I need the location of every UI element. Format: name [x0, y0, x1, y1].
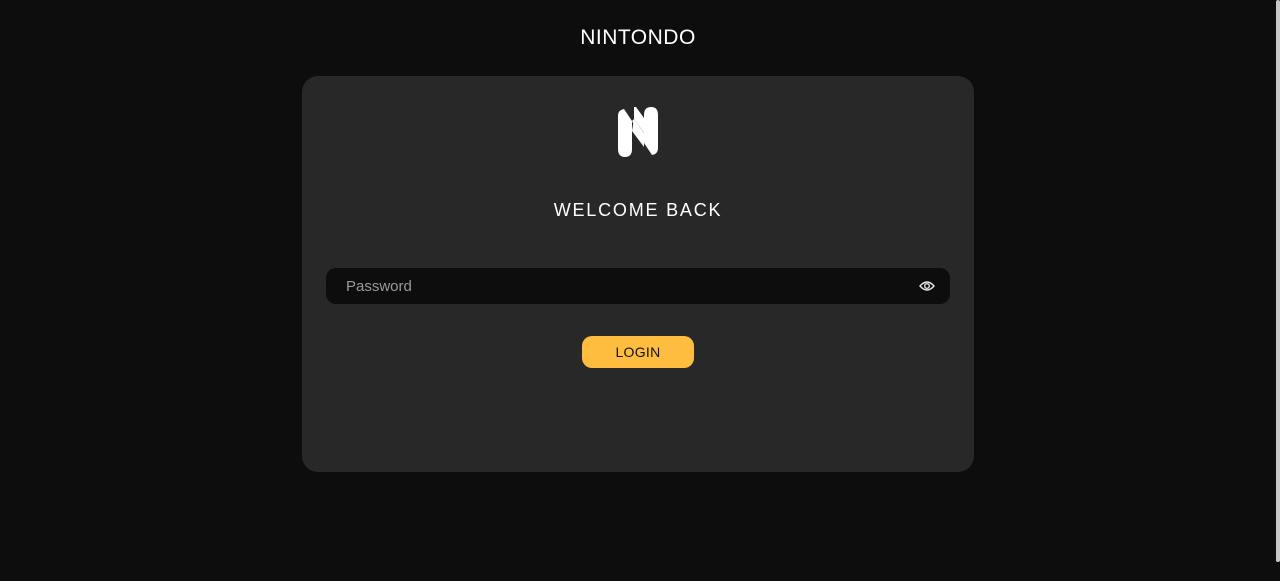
eye-icon[interactable] [919, 279, 935, 293]
page-scrollbar[interactable] [1276, 0, 1280, 562]
login-page: NINTONDO WELCOME BACK LOGIN [0, 0, 1280, 581]
login-card: WELCOME BACK LOGIN [302, 76, 974, 472]
welcome-heading: WELCOME BACK [553, 200, 723, 220]
brand-title: NINTONDO [580, 26, 696, 49]
password-input[interactable] [326, 268, 886, 304]
login-button[interactable]: LOGIN [582, 336, 694, 368]
password-field-wrapper [326, 268, 950, 304]
nintondo-logo-icon [618, 107, 658, 157]
